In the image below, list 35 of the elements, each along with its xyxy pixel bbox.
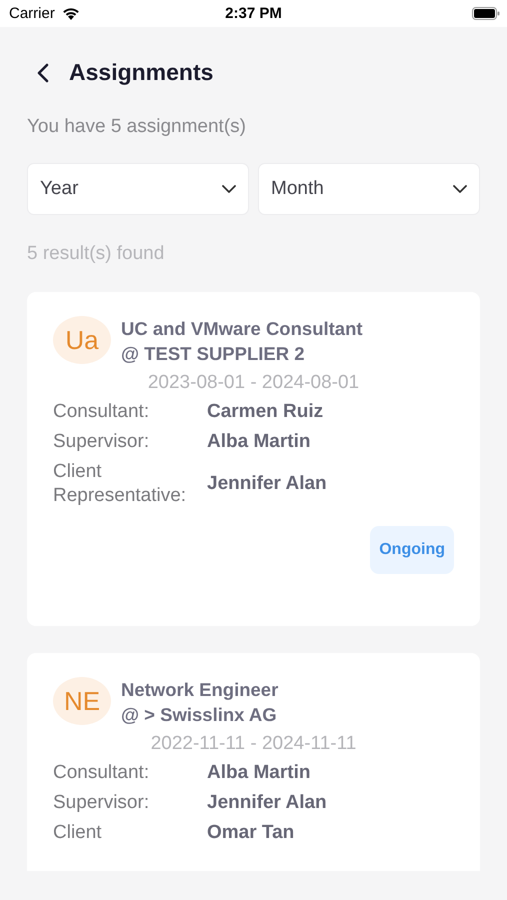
page-title: Assignments [69,59,214,86]
field-label: Client [53,821,103,845]
status-badge: Ongoing [370,526,454,574]
company-name: @ TEST SUPPLIER 2 [121,342,306,366]
chevron-down-icon [222,185,236,193]
clock-time: 2:37 PM [225,5,282,22]
battery-icon [472,7,500,20]
wifi-icon [60,6,81,21]
field-label: Supervisor: [53,791,150,815]
field-value: Jennifer Alan [207,792,327,814]
field-label: Client Representative: [53,460,188,508]
job-title: Network Engineer [121,678,278,702]
field-value: Omar Tan [207,822,294,844]
field-label: Consultant: [53,400,150,424]
assignment-card[interactable]: Ua UC and VMware Consultant @ TEST SUPPLIER 2 2023-08-01 - 2024-08-01 Consultant: Carmen Ruiz Supervisor: Alba Martin Client Representative: Jennifer Alan Ongoing [27,292,480,626]
initials-avatar: NE [53,677,111,725]
assignment-count: You have 5 assignment(s) [27,116,247,138]
date-range: 2023-08-01 - 2024-08-01 [146,372,360,394]
job-title: UC and VMware Consultant [121,317,363,341]
back-icon[interactable] [37,62,49,82]
company-name: @ > Swisslinx AG [121,703,278,727]
field-label: Supervisor: [53,430,150,454]
field-value: Jennifer Alan [207,473,327,495]
chevron-down-icon [453,185,467,193]
filter-dropdown[interactable]: Year [27,163,249,215]
field-value: Alba Martin [207,431,310,453]
date-range: 2022-11-11 - 2024-11-11 [150,733,358,755]
field-value: Carmen Ruiz [207,401,324,423]
field-label: Consultant: [53,761,150,785]
results-count: 5 result(s) found [27,243,166,265]
filter-dropdown[interactable]: Month [258,163,480,215]
assignment-card[interactable]: NE Network Engineer @ > Swisslinx AG 2022-11-11 - 2024-11-11 Consultant: Alba Martin Supervisor: Jennifer Alan Client Omar Tan [27,653,480,871]
initials-avatar: Ua [53,316,111,364]
field-value: Alba Martin [207,762,310,784]
carrier-name: Carrier [9,5,55,22]
